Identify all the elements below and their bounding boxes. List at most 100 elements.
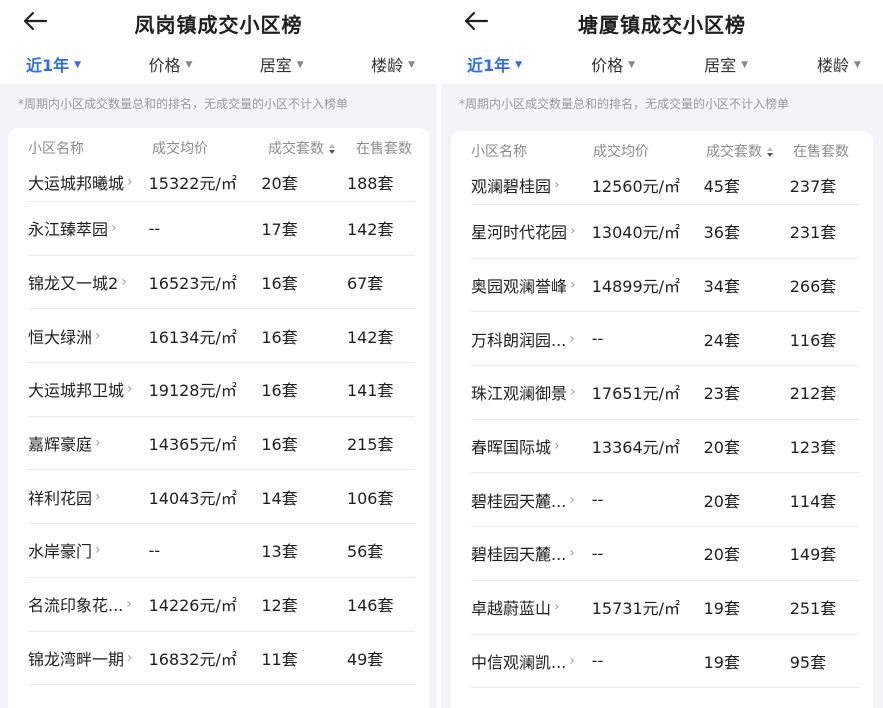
- chevron-right-icon: ›: [127, 649, 133, 666]
- table-row[interactable]: 锦龙又一城2 › 16523元/㎡ 16套 67套: [28, 256, 415, 310]
- community-name[interactable]: 碧桂园天麓...: [471, 488, 566, 512]
- chevron-right-icon: ›: [570, 277, 576, 294]
- cell-name[interactable]: 锦龙湾畔一期 ›: [28, 646, 149, 670]
- community-name[interactable]: 碧桂园天麓...: [471, 541, 566, 565]
- table-row[interactable]: 碧桂园天麓... › -- 20套 114套: [471, 473, 859, 528]
- cell-name[interactable]: 珠江观澜御景 ›: [471, 380, 592, 404]
- cell-name[interactable]: 水岸豪门 ›: [28, 538, 149, 562]
- community-name[interactable]: 万科朗润园...: [471, 327, 566, 351]
- table-row[interactable]: 大运城邦卫城 › 19128元/㎡ 16套 141套: [28, 363, 415, 417]
- cell-name[interactable]: 碧桂园天麓... ›: [471, 541, 592, 565]
- cell-deals: 20套: [703, 438, 740, 458]
- cell-name[interactable]: 永江臻萃园 ›: [28, 216, 149, 240]
- table-row[interactable]: 大运城邦曦城 › 15322元/㎡ 20套 188套: [28, 162, 415, 202]
- col-deals[interactable]: 成交套数: [268, 138, 356, 158]
- cell-price: 16134元/㎡: [148, 327, 237, 347]
- cell-onsale: 146套: [346, 596, 394, 616]
- cell-name[interactable]: 大运城邦曦城 ›: [28, 170, 149, 194]
- table-row[interactable]: 恒大绿洲 › 16134元/㎡ 16套 142套: [28, 309, 415, 364]
- table-row[interactable]: 春晖国际城 › 13364元/㎡ 20套 123套: [471, 420, 859, 474]
- cell-name[interactable]: 春晖国际城 ›: [471, 434, 592, 458]
- header: 凤岗镇成交小区榜: [0, 0, 437, 44]
- cell-onsale: 123套: [789, 438, 837, 458]
- filter-price[interactable]: 价格 ▼: [148, 52, 192, 76]
- table-row[interactable]: 碧桂园天麓... › -- 20套 149套: [471, 527, 859, 581]
- cell-name[interactable]: 星河时代花园 ›: [471, 219, 592, 243]
- filter-building-age[interactable]: 楼龄 ▼: [817, 52, 861, 76]
- cell-price: 15322元/㎡: [148, 173, 237, 193]
- page-title: 凤岗镇成交小区榜: [134, 13, 303, 37]
- cell-deals: 45套: [703, 176, 740, 196]
- table-row[interactable]: 祥利花园 › 14043元/㎡ 14套 106套: [28, 470, 415, 525]
- community-name[interactable]: 星河时代花园: [471, 219, 567, 243]
- filter-label: 近1年: [467, 56, 511, 75]
- col-deals[interactable]: 成交套数: [706, 141, 793, 161]
- table-row[interactable]: 锦龙湾畔一期 › 16832元/㎡ 11套 49套: [28, 632, 415, 686]
- table-row[interactable]: 星河时代花园 › 13040元/㎡ 36套 231套: [471, 205, 859, 259]
- chevron-right-icon: ›: [95, 488, 101, 505]
- col-price: 成交均价: [152, 141, 208, 157]
- cell-onsale: 142套: [346, 327, 394, 347]
- community-name[interactable]: 锦龙湾畔一期: [28, 646, 124, 670]
- community-name[interactable]: 名流印象花...: [28, 592, 123, 616]
- community-name[interactable]: 珠江观澜御景: [471, 380, 567, 404]
- cell-deals: 12套: [261, 596, 298, 616]
- table-row[interactable]: 万科朗润园... › -- 24套 116套: [471, 312, 859, 367]
- caret-down-icon: ▼: [74, 60, 82, 70]
- cell-price: --: [591, 490, 604, 510]
- cell-name[interactable]: 恒大绿洲 ›: [28, 324, 149, 348]
- community-name[interactable]: 水岸豪门: [28, 538, 92, 562]
- table-row[interactable]: 水岸豪门 › -- 13套 56套: [28, 524, 415, 578]
- table-row[interactable]: 嘉辉豪庭 › 14365元/㎡ 16套 215套: [28, 417, 415, 471]
- table-row[interactable]: 永江臻萃园 › -- 17套 142套: [28, 202, 415, 256]
- community-name[interactable]: 祥利花园: [28, 485, 92, 509]
- cell-name[interactable]: 中信观澜凯... ›: [471, 649, 592, 673]
- filter-rooms[interactable]: 居室 ▼: [704, 52, 748, 76]
- filter-rooms[interactable]: 居室 ▼: [260, 52, 304, 76]
- community-name[interactable]: 奥园观澜誉峰: [471, 273, 567, 297]
- community-name[interactable]: 观澜碧桂园: [471, 173, 551, 197]
- cell-onsale: 56套: [346, 542, 384, 562]
- caret-down-icon: ▼: [854, 60, 861, 70]
- cell-name[interactable]: 锦龙又一城2 ›: [28, 270, 149, 294]
- right-panel: 塘厦镇成交小区榜 近1年 ▼ 价格 ▼ 居室 ▼ 楼龄 ▼ *周期内小区成交数量…: [441, 0, 883, 708]
- community-name[interactable]: 大运城邦卫城: [28, 377, 124, 401]
- filter-period[interactable]: 近1年 ▼: [26, 52, 81, 76]
- community-name[interactable]: 锦龙又一城2: [28, 270, 118, 294]
- filter-label: 居室: [704, 56, 737, 75]
- cell-name[interactable]: 碧桂园天麓... ›: [471, 488, 592, 512]
- cell-name[interactable]: 名流印象花... ›: [28, 592, 149, 616]
- cell-deals: 20套: [703, 491, 740, 511]
- table-row[interactable]: 珠江观澜御景 › 17651元/㎡ 23套 212套: [471, 366, 859, 420]
- table-row[interactable]: 卓越蔚蓝山 › 15731元/㎡ 19套 251套: [471, 581, 859, 635]
- community-name[interactable]: 大运城邦曦城: [28, 170, 124, 194]
- filter-price[interactable]: 价格 ▼: [591, 52, 635, 76]
- filter-building-age[interactable]: 楼龄 ▼: [371, 52, 415, 76]
- filter-bar: 近1年 ▼ 价格 ▼ 居室 ▼ 楼龄 ▼: [0, 44, 437, 84]
- community-name[interactable]: 恒大绿洲: [28, 324, 92, 348]
- community-name[interactable]: 永江臻萃园: [28, 216, 108, 240]
- cell-name[interactable]: 奥园观澜誉峰 ›: [471, 273, 592, 297]
- cell-name[interactable]: 卓越蔚蓝山 ›: [471, 595, 592, 619]
- table-row[interactable]: 名流印象花... › 14226元/㎡ 12套 146套: [28, 578, 415, 632]
- chevron-right-icon: ›: [127, 173, 133, 190]
- caret-down-icon: ▼: [185, 60, 193, 70]
- table-row[interactable]: 奥园观澜誉峰 › 14899元/㎡ 34套 266套: [471, 259, 859, 313]
- table-row[interactable]: 中信观澜凯... › -- 19套 95套: [471, 635, 859, 689]
- community-name[interactable]: 中信观澜凯...: [471, 649, 566, 673]
- community-name[interactable]: 卓越蔚蓝山: [471, 595, 551, 619]
- cell-name[interactable]: 万科朗润园... ›: [471, 327, 592, 351]
- table-row[interactable]: 观澜碧桂园 › 12560元/㎡ 45套 237套: [471, 165, 859, 205]
- filter-label: 居室: [259, 56, 292, 75]
- filter-period[interactable]: 近1年 ▼: [467, 52, 522, 76]
- community-name[interactable]: 嘉辉豪庭: [28, 431, 92, 455]
- cell-name[interactable]: 大运城邦卫城 ›: [28, 377, 149, 401]
- cell-name[interactable]: 祥利花园 ›: [28, 485, 149, 509]
- community-name[interactable]: 春晖国际城: [471, 434, 551, 458]
- cell-name[interactable]: 嘉辉豪庭 ›: [28, 431, 149, 455]
- cell-price: 13364元/㎡: [591, 438, 681, 458]
- cell-deals: 14套: [261, 488, 298, 508]
- cell-onsale: 212套: [789, 384, 837, 404]
- cell-deals: 23套: [703, 384, 740, 404]
- cell-name[interactable]: 观澜碧桂园 ›: [471, 173, 592, 197]
